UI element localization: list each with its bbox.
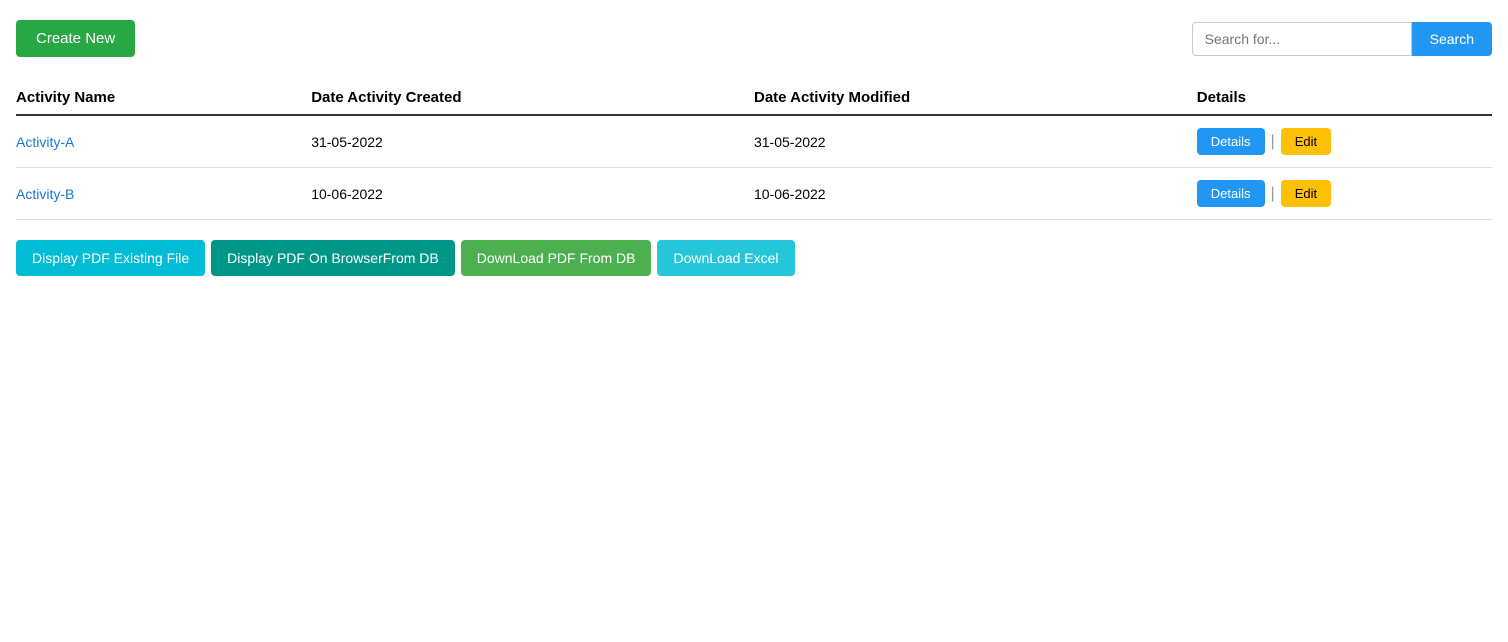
bottom-btn-0[interactable]: Display PDF Existing File (16, 240, 205, 276)
date-created-cell: 10-06-2022 (311, 168, 754, 220)
create-new-button[interactable]: Create New (16, 20, 135, 57)
bottom-btn-3[interactable]: DownLoad Excel (657, 240, 794, 276)
search-button[interactable]: Search (1412, 22, 1492, 56)
table-body: Activity-A31-05-202231-05-2022Details|Ed… (16, 115, 1492, 220)
table-row: Activity-A31-05-202231-05-2022Details|Ed… (16, 115, 1492, 168)
col-header-activity-name: Activity Name (16, 81, 311, 115)
activity-table: Activity Name Date Activity Created Date… (16, 81, 1492, 220)
date-created-cell: 31-05-2022 (311, 115, 754, 168)
col-header-date-created: Date Activity Created (311, 81, 754, 115)
table-header-row: Activity Name Date Activity Created Date… (16, 81, 1492, 115)
details-button[interactable]: Details (1197, 128, 1265, 155)
edit-button[interactable]: Edit (1281, 180, 1331, 207)
col-header-details: Details (1197, 81, 1492, 115)
activity-name-link[interactable]: Activity-A (16, 134, 74, 150)
activity-name-link[interactable]: Activity-B (16, 186, 74, 202)
edit-button[interactable]: Edit (1281, 128, 1331, 155)
bottom-buttons-row: Display PDF Existing FileDisplay PDF On … (16, 240, 1492, 276)
activity-name-cell: Activity-B (16, 168, 311, 220)
bottom-btn-1[interactable]: Display PDF On BrowserFrom DB (211, 240, 455, 276)
search-area: Search (1192, 22, 1492, 56)
top-bar: Create New Search (16, 16, 1492, 61)
activity-table-container: Activity Name Date Activity Created Date… (16, 81, 1492, 220)
date-modified-cell: 31-05-2022 (754, 115, 1197, 168)
button-separator: | (1271, 185, 1275, 203)
col-header-date-modified: Date Activity Modified (754, 81, 1197, 115)
details-cell: Details | Edit (1197, 168, 1492, 220)
bottom-btn-2[interactable]: DownLoad PDF From DB (461, 240, 652, 276)
table-header: Activity Name Date Activity Created Date… (16, 81, 1492, 115)
date-modified-cell: 10-06-2022 (754, 168, 1197, 220)
activity-name-cell: Activity-A (16, 115, 311, 168)
table-row: Activity-B10-06-202210-06-2022Details|Ed… (16, 168, 1492, 220)
details-cell: Details | Edit (1197, 115, 1492, 168)
details-button[interactable]: Details (1197, 180, 1265, 207)
search-input[interactable] (1192, 22, 1412, 56)
button-separator: | (1271, 133, 1275, 151)
